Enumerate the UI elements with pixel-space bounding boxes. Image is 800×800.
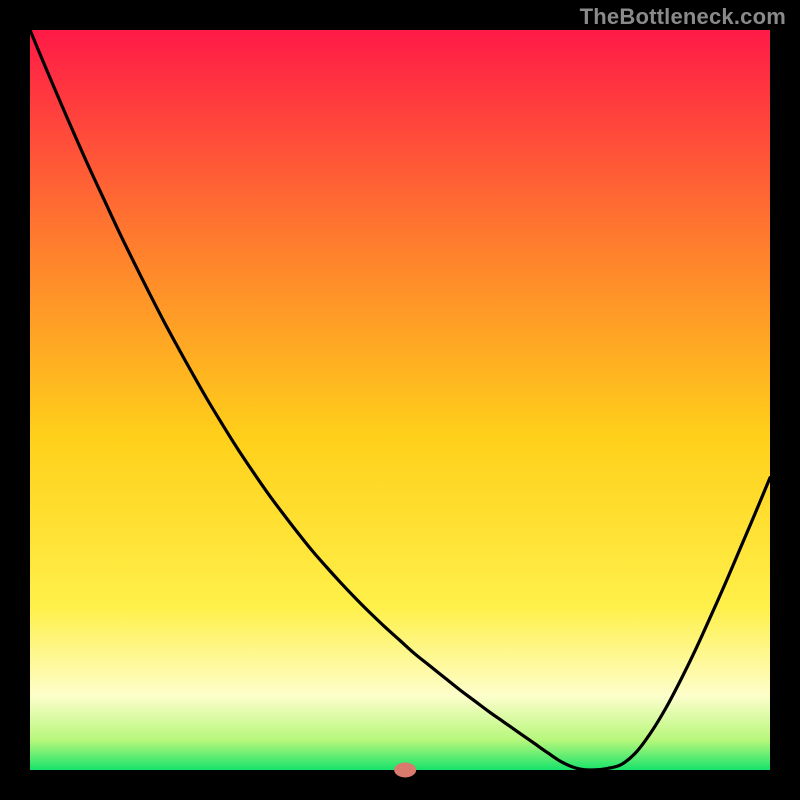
chart-frame: { "watermark": "TheBottleneck.com", "col… bbox=[0, 0, 800, 800]
optimal-point-marker bbox=[394, 763, 416, 778]
bottleneck-chart bbox=[0, 0, 800, 800]
plot-gradient-background bbox=[30, 30, 770, 770]
